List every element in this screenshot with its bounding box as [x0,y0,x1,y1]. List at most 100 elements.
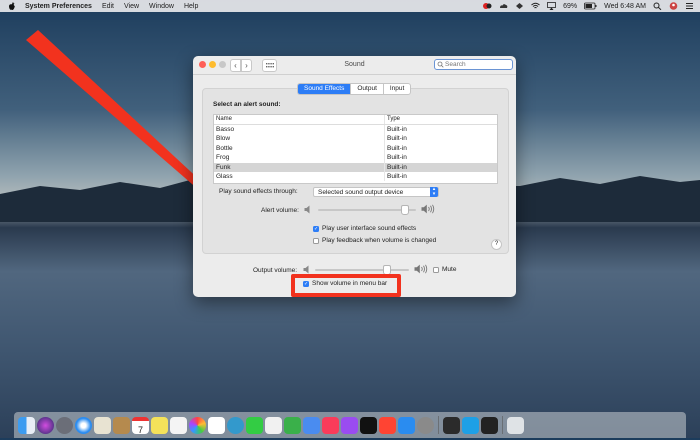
launchpad-icon[interactable] [56,416,73,434]
alert-volume-knob[interactable] [401,205,410,215]
stickies-icon[interactable] [151,416,168,434]
table-row[interactable]: Blow Built-in [214,134,497,144]
acrobat-icon[interactable] [443,416,460,434]
music-icon[interactable] [322,416,339,434]
table-row[interactable]: Bottle Built-in [214,143,497,154]
mute-checkbox[interactable] [433,267,439,273]
menu-help[interactable]: Help [184,3,198,10]
table-header: Name Type [214,115,497,125]
tab-sound-effects[interactable]: Sound Effects [298,84,351,94]
sound-type: Built-in [384,125,497,135]
airplay-icon[interactable] [547,2,556,10]
skype-icon[interactable] [462,416,479,434]
speaker-high-icon [414,264,428,276]
column-header-type[interactable]: Type [384,115,497,124]
sound-type: Built-in [384,171,497,182]
play-through-label: Play sound effects through: [219,188,298,195]
terminal-icon[interactable] [481,416,498,434]
tab-input[interactable]: Input [382,84,410,94]
menu-extras: 69% Wed 6:48 AM [483,0,694,12]
calendar-day: 7 [137,424,143,435]
podcasts-icon[interactable] [341,416,358,434]
speaker-low-icon [304,205,312,216]
facetime-icon[interactable] [246,416,263,434]
dock-separator [438,416,439,434]
siri-icon[interactable] [37,416,54,434]
play-through-dropdown[interactable]: Selected sound output device ▴ ▾ [313,187,439,197]
table-row[interactable]: Frog Built-in [214,153,497,163]
title-bar: ‹ › Sound [193,56,516,75]
trash-icon[interactable] [507,416,524,434]
speaker-high-icon [421,204,435,216]
select-alert-label: Select an alert sound: [213,101,281,108]
photos-icon[interactable] [189,416,206,434]
sound-name: Bottle [216,144,233,152]
itunes-icon[interactable] [265,416,282,434]
sound-type: Built-in [384,143,497,154]
battery-icon[interactable] [584,2,597,10]
safari-icon[interactable] [75,416,92,434]
slack-icon[interactable] [208,416,225,434]
spotlight-icon[interactable] [653,2,662,11]
table-row-selected[interactable]: Funk Built-in [214,162,497,172]
mail-icon[interactable] [94,416,111,434]
dropbox-icon[interactable] [515,2,524,10]
calendar-icon[interactable]: 7 [132,416,149,435]
menu-clock[interactable]: Wed 6:48 AM [604,3,646,10]
user-icon[interactable] [669,2,678,10]
numbers-icon[interactable] [284,416,301,434]
alert-volume-slider[interactable] [318,205,416,215]
annotation-highlight-box [291,274,401,297]
sound-preferences-window: ‹ › Sound Select an alert sound: Name Ty… [193,56,516,297]
menu-window[interactable]: Window [149,3,174,10]
sound-type: Built-in [384,153,497,163]
search-input[interactable] [445,60,509,68]
play-ui-effects-checkbox[interactable]: ✓ [313,226,319,232]
sound-type: Built-in [384,162,497,172]
appletv-icon[interactable] [360,416,377,434]
notes-icon[interactable] [113,416,130,434]
play-feedback-label: Play feedback when volume is changed [322,237,437,244]
table-row[interactable]: Basso Built-in [214,125,497,135]
alert-volume-label: Alert volume: [261,207,299,214]
pane-tabs: Sound Effects Output Input [297,83,412,95]
menu-view[interactable]: View [124,3,139,10]
sound-name: Frog [216,154,230,162]
icloud-icon[interactable] [499,2,508,10]
help-button[interactable]: ? [491,239,502,250]
creative-cloud-icon[interactable] [483,2,492,10]
apple-menu-icon[interactable] [8,1,16,11]
sound-name: Glass [216,172,233,180]
battery-percent[interactable]: 69% [563,3,577,10]
app-store-icon[interactable] [398,416,415,434]
notification-center-icon[interactable] [685,2,694,10]
play-feedback-checkbox[interactable] [313,238,319,244]
sound-type: Built-in [384,134,497,144]
table-row[interactable]: Glass Built-in [214,171,497,182]
reminders-icon[interactable] [170,416,187,434]
play-ui-effects-label: Play user interface sound effects [322,225,417,232]
dock: 7 [14,412,686,438]
column-header-name[interactable]: Name [214,115,384,124]
keynote-icon[interactable] [303,416,320,434]
sound-effects-pane: Select an alert sound: Name Type Basso Bu… [202,88,509,254]
tab-output[interactable]: Output [350,84,383,94]
search-icon [437,61,444,68]
messages-icon[interactable] [227,416,244,434]
menu-bar: System Preferences Edit View Window Help… [0,0,700,12]
menu-edit[interactable]: Edit [102,3,114,10]
news-icon[interactable] [379,416,396,434]
menu-app-name[interactable]: System Preferences [25,3,92,10]
output-volume-label: Output volume: [253,267,298,274]
output-volume-slider[interactable] [315,265,409,275]
alert-sound-table[interactable]: Name Type Basso Built-in Blow Built-in Bot… [213,114,498,184]
wifi-icon[interactable] [531,2,540,10]
sound-name: Funk [216,163,231,171]
sound-name: Basso [216,126,235,133]
dock-separator [502,416,503,434]
chevron-updown-icon: ▴ ▾ [430,187,438,197]
finder-icon[interactable] [18,416,35,434]
system-preferences-icon[interactable] [417,416,434,434]
play-through-value: Selected sound output device [318,189,404,196]
search-field[interactable] [434,59,513,70]
